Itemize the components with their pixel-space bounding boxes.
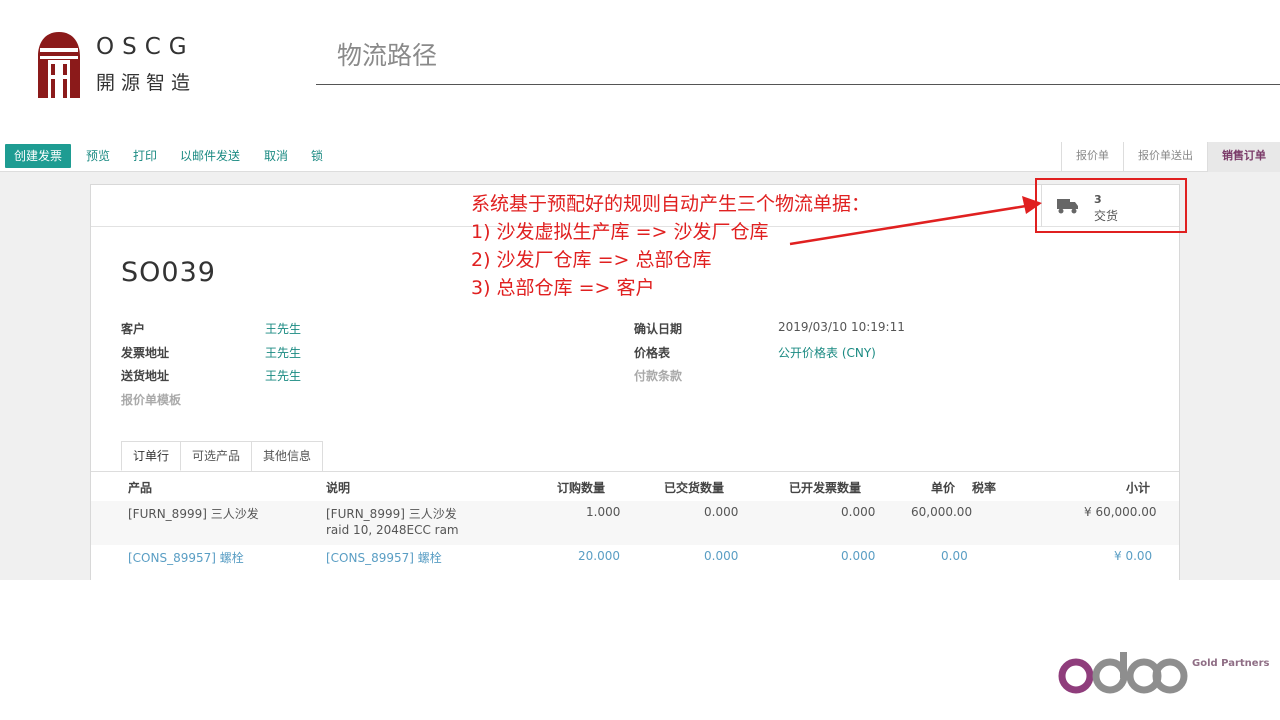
gold-partners-label: Gold Partners (1192, 658, 1270, 669)
send-email-button[interactable]: 以邮件发送 (180, 144, 240, 168)
create-invoice-button[interactable]: 创建发票 (5, 144, 72, 168)
lock-button[interactable]: 锁 (311, 144, 323, 168)
col-ordered-qty[interactable]: 订购数量 (557, 479, 605, 496)
customer-value[interactable]: 王先生 (265, 320, 301, 337)
invoice-address-label: 发票地址 (121, 346, 170, 360)
confirm-date-label: 确认日期 (634, 322, 683, 336)
notebook-tabs: 订单行 可选产品 其他信息 (121, 441, 324, 471)
cancel-button[interactable]: 取消 (264, 144, 288, 168)
row2-invoiced: 0.000 (841, 549, 876, 563)
row2-subtotal: ¥ 0.00 (1114, 549, 1153, 563)
annotation-text: 系统基于预配好的规则自动产生三个物流单据： 1) 沙发虚拟生产库 => 沙发厂仓… (471, 190, 870, 302)
form-toolbar: 创建发票 预览 打印 以邮件发送 取消 锁 报价单 报价单送出 销售订单 (0, 138, 1280, 172)
col-unit-price[interactable]: 单价 (931, 479, 955, 496)
row1-price: 60,000.00 (911, 505, 973, 519)
tab-other-info[interactable]: 其他信息 (251, 441, 324, 471)
annotation-line-1: 1) 沙发虚拟生产库 => 沙发厂仓库 (471, 221, 769, 243)
customer-label: 客户 (121, 322, 146, 336)
logo-text-cn: 開源智造 (96, 72, 197, 94)
col-description[interactable]: 说明 (326, 479, 350, 496)
annotation-line-3: 3) 总部仓库 => 客户 (471, 277, 655, 299)
stage-quotation-sent[interactable]: 报价单送出 (1123, 142, 1207, 172)
quotation-template-label: 报价单模板 (121, 393, 182, 407)
preview-button[interactable]: 预览 (86, 144, 110, 168)
row1-invoiced: 0.000 (841, 505, 876, 519)
pricelist-value[interactable]: 公开价格表 (CNY) (778, 344, 876, 361)
annotation-highlight-box (1035, 178, 1187, 233)
delivery-address-value[interactable]: 王先生 (265, 367, 301, 384)
tab-optional-products[interactable]: 可选产品 (180, 441, 253, 471)
logo-text-en: OSCG (96, 34, 195, 60)
slide-title: 物流路径 (337, 41, 438, 70)
confirm-date-value: 2019/03/10 10:19:11 (778, 320, 905, 334)
tab-order-lines[interactable]: 订单行 (121, 441, 182, 471)
status-bar: 报价单 报价单送出 销售订单 (1061, 142, 1280, 172)
title-rule (316, 84, 1280, 85)
col-taxes[interactable]: 税率 (972, 479, 996, 496)
row1-desc: [FURN_8999] 三人沙发 (326, 507, 457, 521)
tabs-divider (91, 471, 1179, 472)
row1-subtotal: ¥ 60,000.00 (1084, 505, 1157, 519)
row2-delivered: 0.000 (704, 549, 739, 563)
row2-qty: 20.000 (578, 549, 620, 563)
row1-desc-line2: raid 10, 2048ECC ram (326, 523, 459, 537)
col-product[interactable]: 产品 (128, 479, 152, 496)
payment-terms-label: 付款条款 (634, 369, 683, 383)
row2-desc: [CONS_89957] 螺栓 (326, 551, 442, 565)
slide: OSCG 開源智造 物流路径 创建发票 预览 打印 以邮件发送 取消 锁 报价单… (0, 0, 1280, 720)
col-subtotal[interactable]: 小计 (1126, 479, 1150, 496)
col-delivered-qty[interactable]: 已交货数量 (664, 479, 724, 496)
col-invoiced-qty[interactable]: 已开发票数量 (789, 479, 861, 496)
stage-sales-order[interactable]: 销售订单 (1207, 142, 1280, 172)
row1-product: [FURN_8999] 三人沙发 (128, 507, 259, 521)
annotation-heading: 系统基于预配好的规则自动产生三个物流单据： (471, 193, 871, 215)
oscg-logo-mark-icon (38, 32, 80, 98)
invoice-address-value[interactable]: 王先生 (265, 344, 301, 361)
row2-product: [CONS_89957] 螺栓 (128, 551, 244, 565)
row1-qty: 1.000 (586, 505, 621, 519)
pricelist-label: 价格表 (634, 346, 671, 360)
row1-delivered: 0.000 (704, 505, 739, 519)
delivery-address-label: 送货地址 (121, 369, 170, 383)
odoo-logo-icon (1058, 652, 1188, 694)
stage-quotation[interactable]: 报价单 (1061, 142, 1123, 172)
print-button[interactable]: 打印 (133, 144, 157, 168)
order-name: SO039 (121, 257, 216, 288)
annotation-line-2: 2) 沙发厂仓库 => 总部仓库 (471, 249, 712, 271)
row2-price: 0.00 (941, 549, 968, 563)
